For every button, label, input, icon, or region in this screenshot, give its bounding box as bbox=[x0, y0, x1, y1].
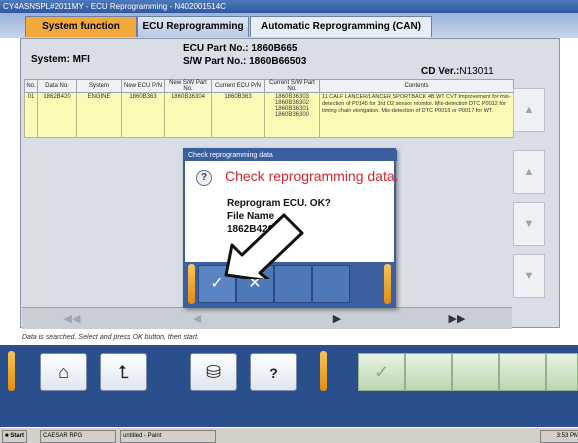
cell-no: 01 bbox=[24, 92, 38, 138]
back-button[interactable]: ⮤ bbox=[100, 353, 147, 391]
cd-version-value: N13011 bbox=[459, 66, 494, 77]
col-system: System bbox=[76, 79, 122, 93]
home-button[interactable]: ⌂ bbox=[40, 353, 87, 391]
tab-strip: System function ECU Reprogramming Automa… bbox=[0, 13, 578, 38]
dialog-title: Check reprogramming data bbox=[185, 150, 397, 161]
cd-version-caption: CD Ver.: bbox=[421, 66, 460, 77]
windows-taskbar: ■ Start CAESAR RPG untitled - Paint 3:53… bbox=[0, 427, 578, 443]
tab-system-function[interactable]: System function bbox=[25, 16, 137, 37]
cell-current-sw: 1860B36303 1860B36302 1860B36301 1860B36… bbox=[264, 92, 320, 138]
first-page-button[interactable]: ◀◀ bbox=[52, 311, 92, 327]
function-button-4[interactable] bbox=[499, 353, 546, 391]
tab-automatic-reprogramming[interactable]: Automatic Reprogramming (CAN) bbox=[250, 16, 432, 37]
back-arrow-icon: ⮤ bbox=[118, 362, 129, 382]
col-new-ecu: New ECU P/N bbox=[121, 79, 165, 93]
taskbar-item-caesar[interactable]: CAESAR RPG bbox=[40, 430, 116, 443]
col-current-sw: Current S/W Part No. bbox=[264, 79, 320, 93]
cell-current-ecu: 1860B363 bbox=[211, 92, 265, 138]
home-icon: ⌂ bbox=[58, 362, 69, 382]
check-icon: ✓ bbox=[373, 362, 390, 382]
help-button[interactable]: ? bbox=[250, 353, 297, 391]
col-contents: Contents bbox=[319, 79, 514, 93]
cd-version-label: CD Ver.:N13011 bbox=[421, 66, 494, 77]
start-label: Start bbox=[10, 433, 24, 439]
save-button[interactable]: ⛁ bbox=[190, 353, 237, 391]
scroll-down-double-button[interactable]: ▼ bbox=[513, 254, 545, 298]
scroll-up-button[interactable]: ▲ bbox=[513, 150, 545, 194]
sw-part-label: S/W Part No.: 1860B66503 bbox=[183, 56, 307, 67]
double-up-arrow-icon: ▲ bbox=[523, 104, 535, 116]
tab-ecu-reprogramming[interactable]: ECU Reprogramming bbox=[137, 16, 249, 37]
system-label: System: MFI bbox=[31, 54, 90, 65]
disk-icon: ⛁ bbox=[205, 362, 222, 382]
cell-new-sw: 1860B36304 bbox=[164, 92, 212, 138]
cell-system: ENGINE bbox=[76, 92, 122, 138]
function-button-2[interactable] bbox=[405, 353, 452, 391]
up-arrow-icon: ▲ bbox=[523, 166, 535, 178]
col-current-ecu: Current ECU P/N bbox=[211, 79, 265, 93]
confirm-button[interactable]: ✓ bbox=[358, 353, 405, 391]
dialog-heading: Check reprogramming data. bbox=[225, 168, 399, 184]
last-page-button[interactable]: ▶▶ bbox=[432, 311, 482, 327]
scroll-column: ▲ ▲ ▼ ▼ bbox=[513, 38, 545, 318]
windows-logo-icon: ■ bbox=[5, 433, 9, 439]
function-button-5[interactable] bbox=[546, 353, 578, 391]
system-clock: 3:53 PM bbox=[540, 430, 578, 443]
orange-separator bbox=[384, 264, 391, 304]
dialog-question: Reprogram ECU. OK? bbox=[227, 198, 331, 209]
col-new-sw: New S/W Part No. bbox=[164, 79, 212, 93]
down-arrow-icon: ▼ bbox=[523, 218, 535, 230]
current-sw-4: 1860B36300 bbox=[274, 112, 310, 118]
orange-separator bbox=[8, 351, 15, 391]
table-row[interactable]: 01 1862B420 ENGINE 1860B363 1860B36304 1… bbox=[24, 92, 514, 138]
status-message: Data is searched. Select and press OK bu… bbox=[22, 334, 200, 341]
ecu-data-table: No. Data No. System New ECU P/N New S/W … bbox=[24, 79, 514, 138]
table-header-row: No. Data No. System New ECU P/N New S/W … bbox=[24, 79, 514, 93]
pointer-arrow-icon bbox=[224, 213, 304, 279]
col-no: No. bbox=[24, 79, 38, 93]
task-strip bbox=[0, 397, 578, 427]
dialog-blank-button-2[interactable] bbox=[312, 265, 350, 303]
orange-separator bbox=[188, 264, 195, 304]
cell-new-ecu: 1860B363 bbox=[121, 92, 165, 138]
cell-data-no: 1862B420 bbox=[37, 92, 77, 138]
bottom-toolbar: ⌂ ⮤ ⛁ ? ✓ bbox=[0, 345, 578, 397]
cell-contents: 11 CALF LANCER/LANCER SPORTBACK 4B WT CV… bbox=[319, 92, 514, 138]
function-button-3[interactable] bbox=[452, 353, 499, 391]
next-page-button[interactable]: ▶ bbox=[317, 311, 357, 327]
question-icon: ? bbox=[196, 170, 212, 186]
start-button[interactable]: ■ Start bbox=[2, 430, 27, 443]
double-down-arrow-icon: ▼ bbox=[523, 270, 535, 282]
scroll-down-button[interactable]: ▼ bbox=[513, 202, 545, 246]
taskbar-item-paint[interactable]: untitled - Paint bbox=[120, 430, 216, 443]
ecu-part-label: ECU Part No.: 1860B665 bbox=[183, 43, 298, 54]
scroll-up-double-button[interactable]: ▲ bbox=[513, 88, 545, 132]
prev-page-button[interactable]: ◀ bbox=[177, 311, 217, 327]
page-nav-bar: ◀◀ ◀ ▶ ▶▶ bbox=[22, 307, 512, 329]
window-title: CY4ASNSPL#2011MY - ECU Reprogramming - N… bbox=[0, 0, 578, 13]
orange-separator bbox=[320, 351, 327, 391]
help-icon: ? bbox=[269, 365, 278, 381]
col-data-no: Data No. bbox=[37, 79, 77, 93]
